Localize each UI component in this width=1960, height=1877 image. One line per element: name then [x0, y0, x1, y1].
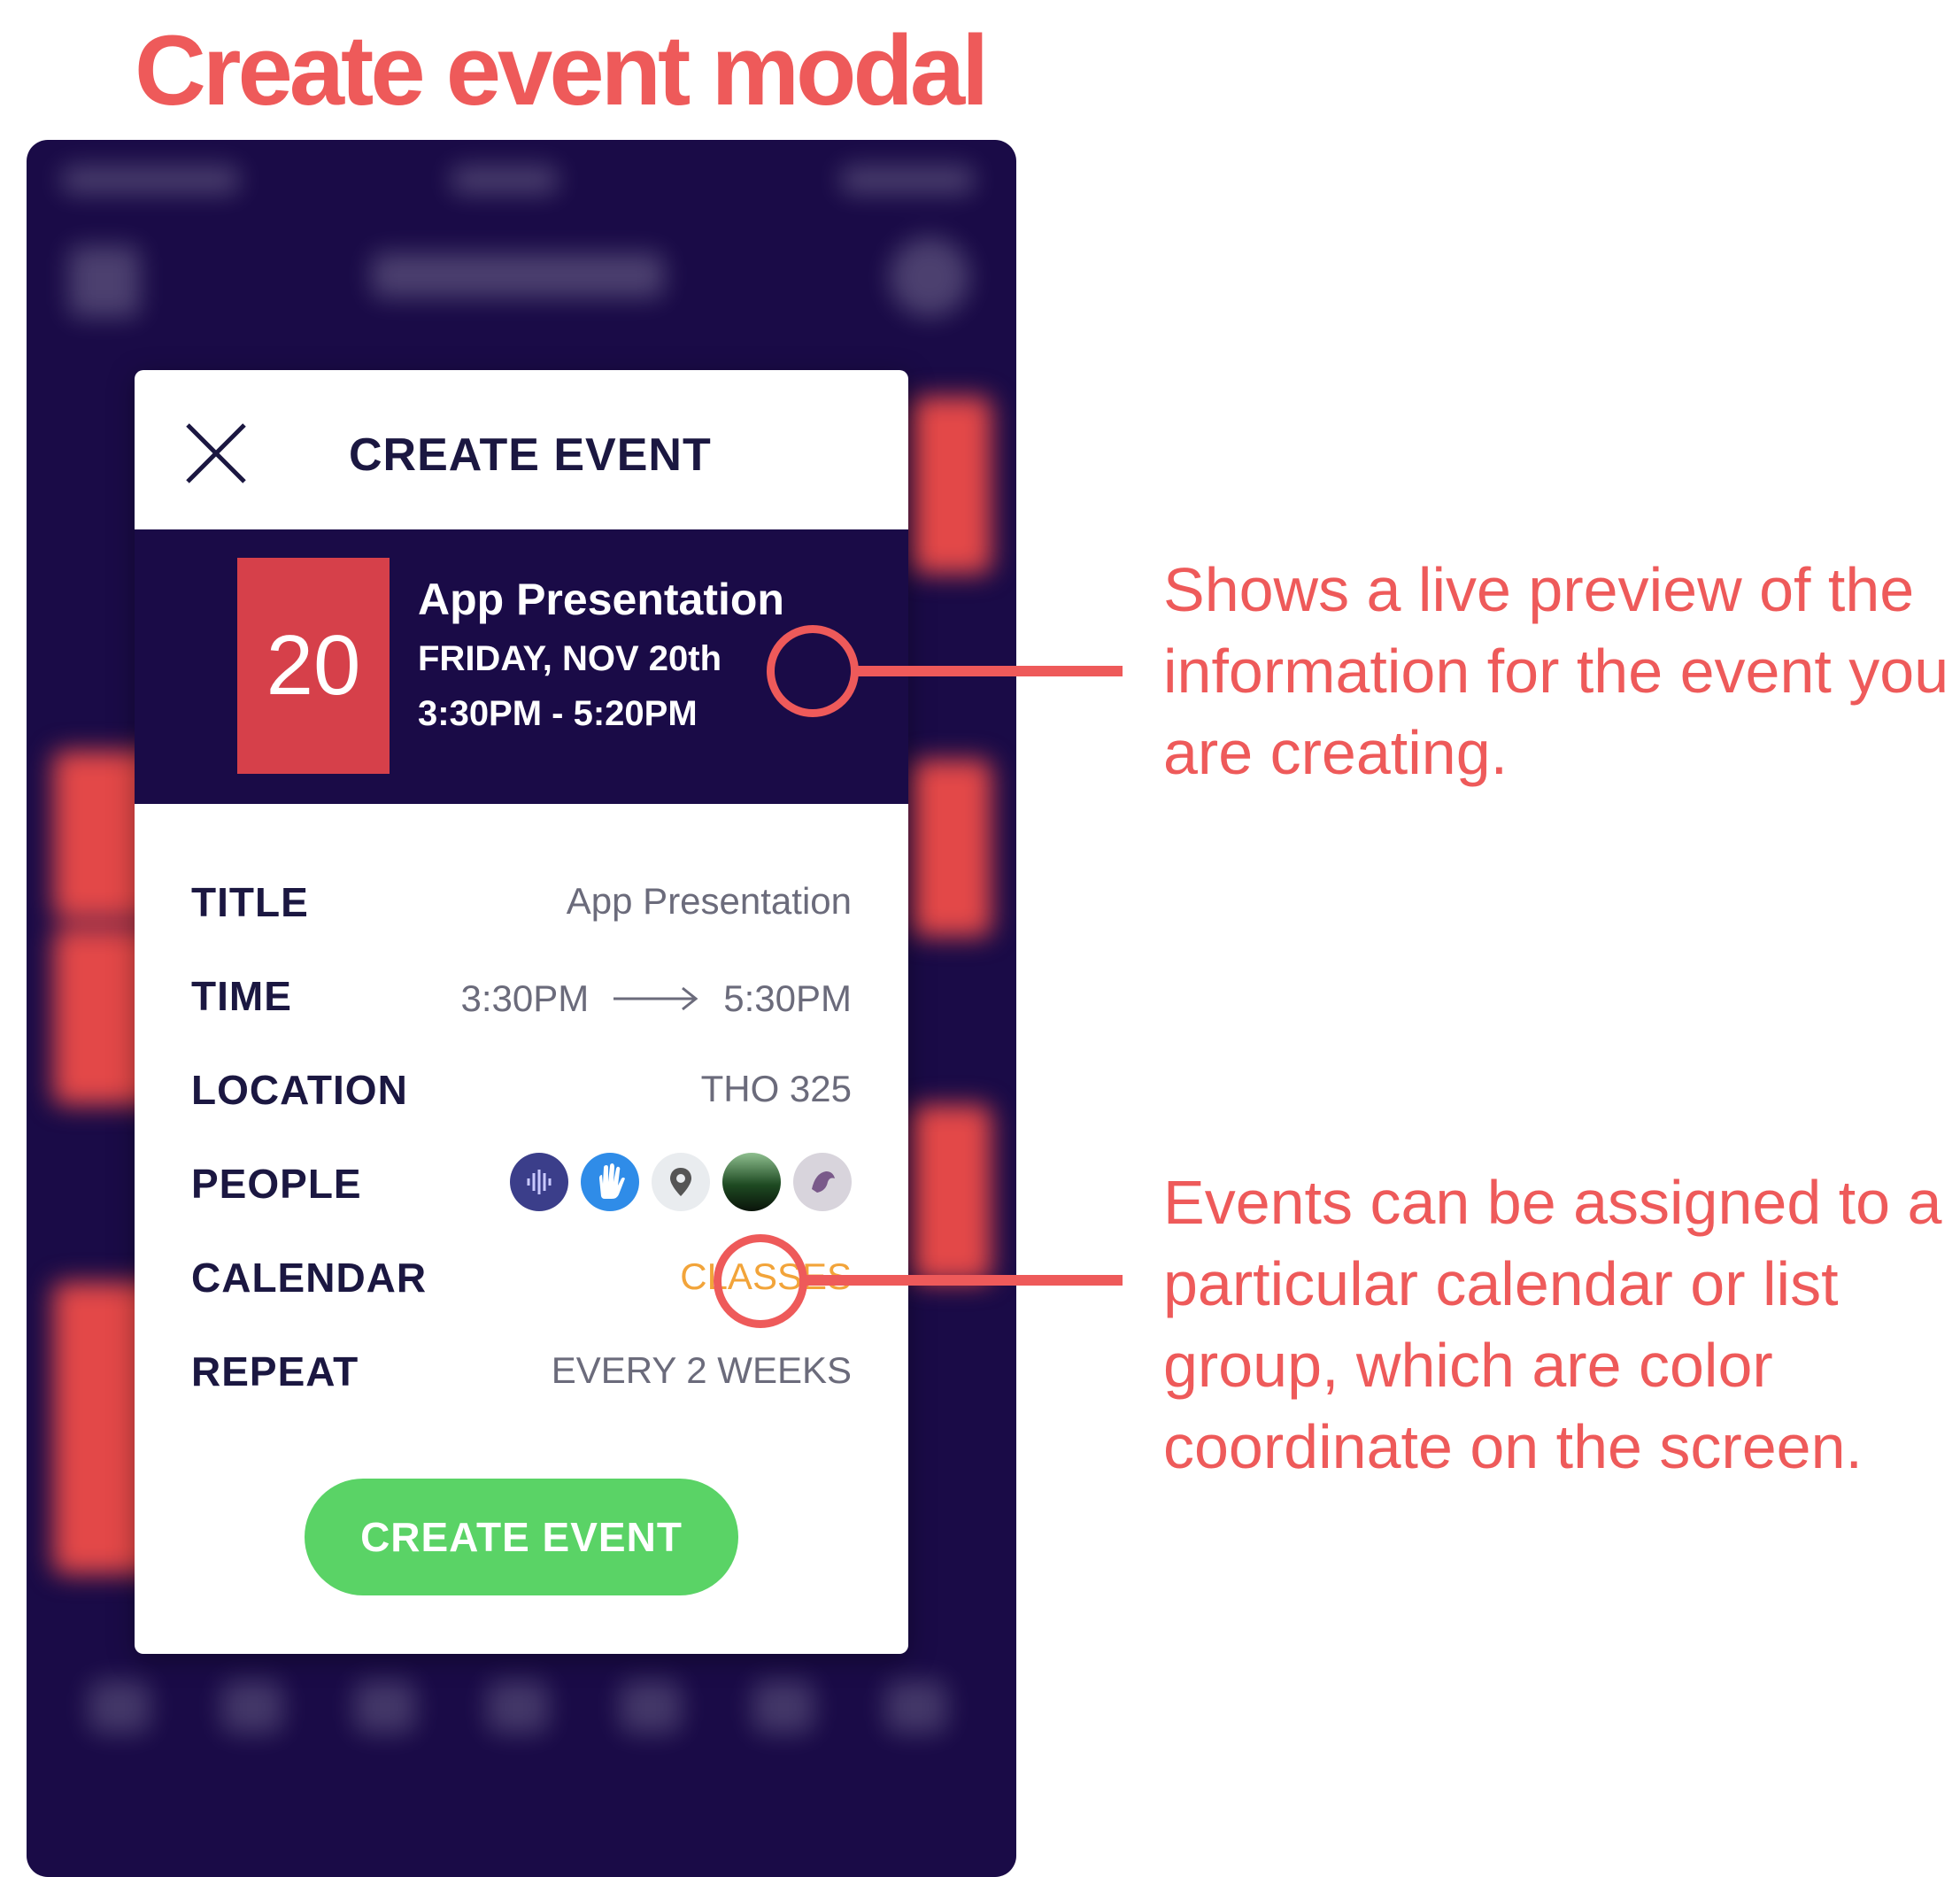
- calendar-label: CALENDAR: [191, 1255, 428, 1301]
- title-field[interactable]: TITLE App Presentation: [191, 868, 852, 938]
- location-field[interactable]: LOCATION THO 325: [191, 1055, 852, 1126]
- preview-annotation: Shows a live preview of the information …: [1163, 555, 1949, 787]
- hand-icon: [599, 1163, 625, 1199]
- location-value[interactable]: THO 325: [701, 1068, 852, 1110]
- title-value[interactable]: App Presentation: [567, 880, 852, 923]
- location-label: LOCATION: [191, 1067, 408, 1113]
- map-pin-icon: [670, 1168, 691, 1196]
- arrow-right-icon: [613, 986, 698, 1011]
- people-avatars: [510, 1153, 852, 1211]
- avatar[interactable]: [510, 1153, 568, 1211]
- preview-title: App Presentation: [418, 575, 784, 624]
- calendar-callout-circle: [714, 1234, 807, 1328]
- preview-callout-line: [857, 666, 1123, 676]
- time-field[interactable]: TIME 3:30PM 5:30PM: [191, 962, 852, 1032]
- calendar-annotation: Events can be assigned to a particular c…: [1163, 1168, 1942, 1481]
- avatar[interactable]: [793, 1153, 852, 1211]
- repeat-value[interactable]: EVERY 2 WEEKS: [552, 1349, 852, 1392]
- create-event-button[interactable]: CREATE EVENT: [305, 1479, 738, 1595]
- calendar-callout-line: [806, 1275, 1123, 1286]
- modal-header: CREATE EVENT: [135, 370, 908, 529]
- preview-time: 3:30PM - 5:20PM: [418, 694, 698, 733]
- avatar[interactable]: [652, 1153, 710, 1211]
- time-start[interactable]: 3:30PM: [461, 977, 590, 1020]
- people-field[interactable]: PEOPLE: [191, 1149, 852, 1220]
- bird-icon: [812, 1171, 835, 1193]
- preview-day-badge: 20: [237, 558, 390, 774]
- repeat-field[interactable]: REPEAT EVERY 2 WEEKS: [191, 1337, 852, 1408]
- time-label: TIME: [191, 973, 292, 1019]
- close-button[interactable]: [184, 421, 248, 485]
- repeat-label: REPEAT: [191, 1348, 359, 1394]
- create-event-modal: CREATE EVENT 20 App Presentation FRIDAY,…: [135, 370, 908, 1654]
- preview-callout-circle: [767, 625, 859, 717]
- title-label: TITLE: [191, 879, 309, 925]
- time-range: 3:30PM 5:30PM: [461, 972, 853, 1025]
- close-icon: [186, 423, 246, 483]
- modal-title: CREATE EVENT: [349, 429, 712, 481]
- page-title: Create event modal: [135, 15, 989, 126]
- people-label: PEOPLE: [191, 1161, 362, 1207]
- time-end[interactable]: 5:30PM: [723, 977, 852, 1020]
- preview-date: FRIDAY, NOV 20th: [418, 639, 722, 678]
- avatar[interactable]: [722, 1153, 781, 1211]
- avatar[interactable]: [581, 1153, 639, 1211]
- waveform-icon: [527, 1170, 552, 1194]
